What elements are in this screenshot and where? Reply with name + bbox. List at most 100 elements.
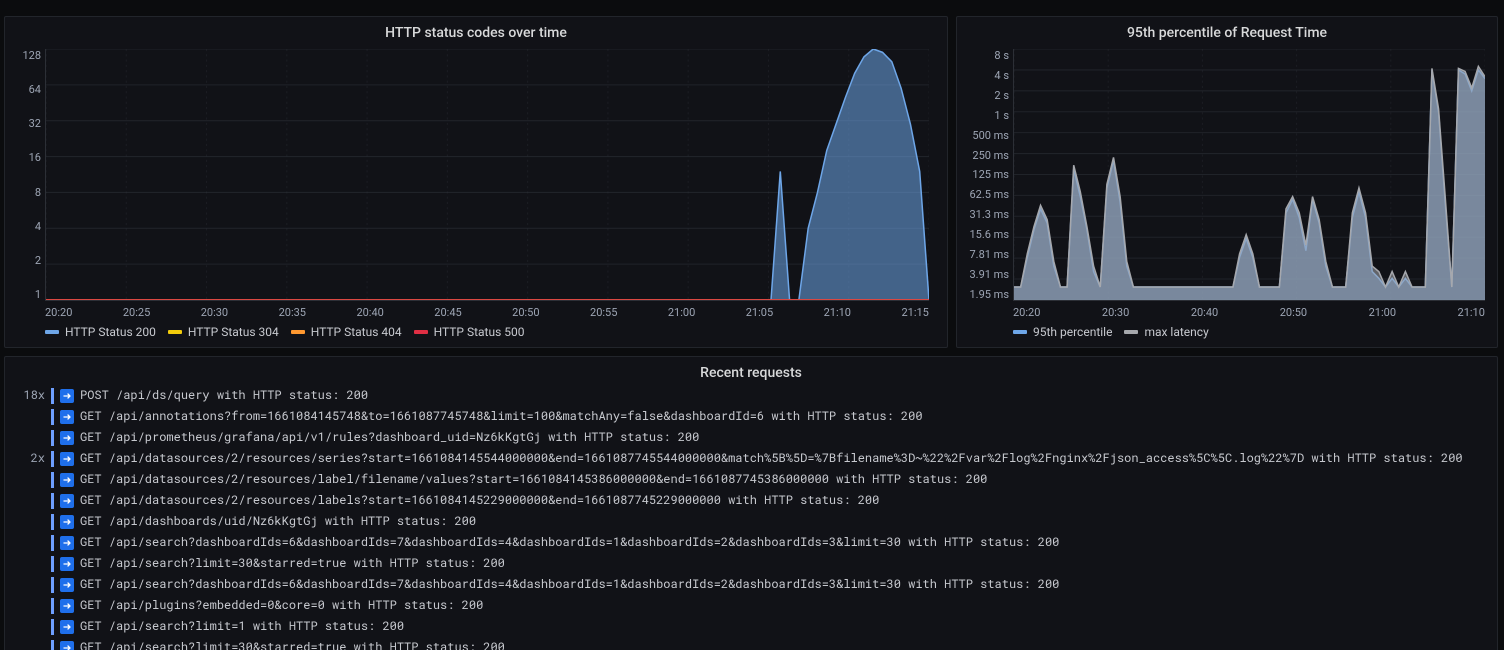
log-text: GET /api/annotations?from=1661084145748&… <box>80 407 923 426</box>
legend-item[interactable]: HTTP Status 404 <box>291 325 402 339</box>
log-level-bar <box>51 430 54 446</box>
expand-log-icon[interactable] <box>60 494 74 508</box>
expand-log-icon[interactable] <box>60 389 74 403</box>
expand-log-icon[interactable] <box>60 620 74 634</box>
ytick-label: 1.95 ms <box>957 288 1009 301</box>
xtick-label: 21:00 <box>668 306 695 319</box>
log-text: GET /api/datasources/2/resources/labels?… <box>80 491 879 510</box>
ytick-label: 3.91 ms <box>957 268 1009 281</box>
ytick-label: 500 ms <box>957 129 1009 142</box>
log-text: GET /api/prometheus/grafana/api/v1/rules… <box>80 428 699 447</box>
log-level-bar <box>51 514 54 530</box>
ytick-label: 4 s <box>957 69 1009 82</box>
legend-item[interactable]: HTTP Status 200 <box>45 325 156 339</box>
ytick-label: 16 <box>5 151 41 164</box>
xtick-label: 20:50 <box>1280 306 1307 319</box>
ytick-label: 64 <box>5 83 41 96</box>
legend-item[interactable]: HTTP Status 304 <box>168 325 279 339</box>
ytick-label: 8 s <box>957 49 1009 62</box>
http-legend: HTTP Status 200 HTTP Status 304 HTTP Statu… <box>5 319 947 347</box>
log-text: GET /api/search?dashboardIds=6&dashboard… <box>80 575 1059 594</box>
log-row[interactable]: 18xPOST /api/ds/query with HTTP status: … <box>5 385 1497 406</box>
log-row[interactable]: GET /api/prometheus/grafana/api/v1/rules… <box>5 427 1497 448</box>
log-row[interactable]: GET /api/search?dashboardIds=6&dashboard… <box>5 532 1497 553</box>
http-plot-area[interactable] <box>45 49 929 301</box>
log-row[interactable]: GET /api/search?limit=30&starred=true wi… <box>5 637 1497 650</box>
expand-log-icon[interactable] <box>60 599 74 613</box>
expand-log-icon[interactable] <box>60 452 74 466</box>
legend-item[interactable]: 95th percentile <box>1013 325 1112 339</box>
log-row[interactable]: GET /api/dashboards/uid/Nz6kKgtGj with H… <box>5 511 1497 532</box>
legend-item[interactable]: HTTP Status 500 <box>414 325 525 339</box>
legend-label: 95th percentile <box>1033 325 1112 339</box>
xtick-label: 20:50 <box>512 306 539 319</box>
log-row[interactable]: GET /api/search?dashboardIds=6&dashboard… <box>5 574 1497 595</box>
xtick-label: 21:10 <box>1458 306 1485 319</box>
ytick-label: 4 <box>5 220 41 233</box>
log-level-bar <box>51 409 54 425</box>
expand-log-icon[interactable] <box>60 557 74 571</box>
xtick-label: 20:20 <box>45 306 72 319</box>
p95-title: 95th percentile of Request Time <box>957 17 1497 45</box>
expand-log-icon[interactable] <box>60 431 74 445</box>
legend-swatch <box>1124 330 1138 334</box>
ytick-label: 32 <box>5 117 41 130</box>
http-status-panel[interactable]: HTTP status codes over time 128643216842… <box>4 16 948 348</box>
xtick-label: 20:45 <box>434 306 461 319</box>
log-row[interactable]: GET /api/annotations?from=1661084145748&… <box>5 406 1497 427</box>
log-level-bar <box>51 577 54 593</box>
log-text: GET /api/search?limit=1 with HTTP status… <box>80 617 404 636</box>
http-status-title: HTTP status codes over time <box>5 17 947 45</box>
ytick-label: 7.81 ms <box>957 248 1009 261</box>
ytick-label: 2 <box>5 254 41 267</box>
log-text: GET /api/datasources/2/resources/label/f… <box>80 470 987 489</box>
log-level-bar <box>51 451 54 467</box>
log-level-bar <box>51 388 54 404</box>
ytick-label: 1 s <box>957 109 1009 122</box>
log-count: 18x <box>17 386 45 405</box>
xtick-label: 20:25 <box>123 306 150 319</box>
log-level-bar <box>51 556 54 572</box>
xtick-label: 20:35 <box>279 306 306 319</box>
legend-label: HTTP Status 500 <box>434 325 525 339</box>
expand-log-icon[interactable] <box>60 641 74 650</box>
log-row[interactable]: GET /api/search?limit=30&starred=true wi… <box>5 553 1497 574</box>
http-y-axis: 1286432168421 <box>5 49 41 301</box>
log-text: GET /api/search?limit=30&starred=true wi… <box>80 638 505 650</box>
log-level-bar <box>51 640 54 650</box>
log-level-bar <box>51 493 54 509</box>
expand-log-icon[interactable] <box>60 536 74 550</box>
log-row[interactable]: GET /api/plugins?embedded=0&core=0 with … <box>5 595 1497 616</box>
ytick-label: 250 ms <box>957 149 1009 162</box>
legend-swatch <box>168 330 182 334</box>
p95-plot-area[interactable] <box>1013 49 1485 301</box>
xtick-label: 20:40 <box>1191 306 1218 319</box>
log-row[interactable]: GET /api/datasources/2/resources/label/f… <box>5 469 1497 490</box>
legend-swatch <box>45 330 59 334</box>
ytick-label: 8 <box>5 186 41 199</box>
expand-log-icon[interactable] <box>60 410 74 424</box>
expand-log-icon[interactable] <box>60 473 74 487</box>
legend-swatch <box>414 330 428 334</box>
log-row[interactable]: 2xGET /api/datasources/2/resources/serie… <box>5 448 1497 469</box>
log-row[interactable]: GET /api/datasources/2/resources/labels?… <box>5 490 1497 511</box>
legend-item[interactable]: max latency <box>1124 325 1208 339</box>
legend-label: HTTP Status 304 <box>188 325 279 339</box>
p95-panel[interactable]: 95th percentile of Request Time 8 s4 s2 … <box>956 16 1498 348</box>
log-row[interactable]: GET /api/search?limit=1 with HTTP status… <box>5 616 1497 637</box>
xtick-label: 20:40 <box>356 306 383 319</box>
log-level-bar <box>51 598 54 614</box>
ytick-label: 62.5 ms <box>957 188 1009 201</box>
recent-requests-panel[interactable]: Recent requests 18xPOST /api/ds/query wi… <box>4 356 1498 650</box>
log-level-bar <box>51 472 54 488</box>
ytick-label: 15.6 ms <box>957 228 1009 241</box>
xtick-label: 21:15 <box>901 306 928 319</box>
legend-swatch <box>291 330 305 334</box>
recent-requests-title: Recent requests <box>5 357 1497 385</box>
expand-log-icon[interactable] <box>60 578 74 592</box>
log-text: GET /api/plugins?embedded=0&core=0 with … <box>80 596 483 615</box>
xtick-label: 20:30 <box>201 306 228 319</box>
legend-label: HTTP Status 404 <box>311 325 402 339</box>
expand-log-icon[interactable] <box>60 515 74 529</box>
xtick-label: 21:10 <box>824 306 851 319</box>
